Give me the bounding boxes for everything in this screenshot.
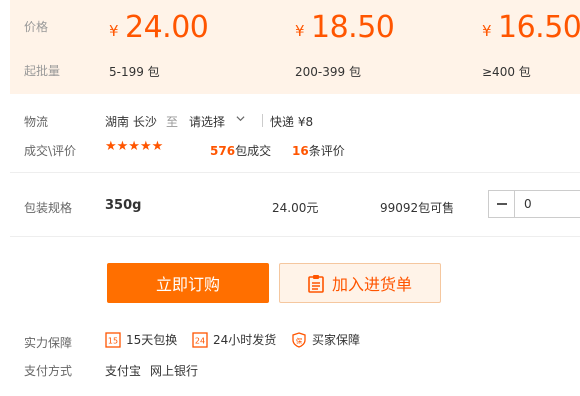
guarantee-text: 15天包换 (126, 333, 178, 347)
15-days-return-icon: 15 (105, 331, 121, 348)
chevron-down-icon[interactable] (236, 114, 245, 123)
review-suffix: 条评价 (308, 144, 345, 158)
spec-name: 350g (105, 198, 142, 213)
tier-price: 24.00 (125, 10, 209, 45)
add-to-cart-button[interactable]: 加入进货单 (279, 263, 441, 303)
payment-method-online-bank: 网上银行 (150, 364, 199, 378)
deals-reviews-label: 成交\评价 (24, 144, 77, 158)
review-count: 16 (292, 144, 309, 158)
price-band: 价格 起批量 ¥ 24.00 5-199 包 ¥ 18.50 200-399 包… (10, 0, 580, 94)
section-divider (10, 236, 580, 237)
tier-price: 18.50 (311, 10, 395, 45)
sold-count-link[interactable]: 576包成交 (210, 142, 271, 159)
buyer-protection-icon: 保 (291, 331, 307, 348)
destination-select[interactable]: 请选择 (189, 113, 225, 130)
review-count-link[interactable]: 16条评价 (292, 142, 345, 159)
add-to-cart-label: 加入进货单 (331, 275, 412, 294)
payment-label: 支付方式 (24, 364, 73, 378)
svg-text:保: 保 (296, 336, 303, 345)
currency-symbol: ¥ (482, 22, 492, 40)
currency-symbol: ¥ (109, 22, 119, 40)
quantity-stepper (488, 190, 580, 218)
payment-method-alipay: 支付宝 (105, 364, 142, 378)
spec-stock: 99092包可售 (380, 201, 455, 215)
spec-price: 24.00元 (272, 201, 319, 215)
divider (262, 114, 263, 127)
sold-suffix: 包成交 (235, 144, 272, 158)
guarantee-item[interactable]: 保 买家保障 (291, 331, 360, 348)
origin-city: 湖南 长沙 (105, 115, 157, 129)
buy-now-button[interactable]: 立即订购 (107, 263, 269, 303)
guarantee-item[interactable]: 24 24小时发货 (192, 331, 276, 348)
guarantee-text: 24小时发货 (213, 333, 277, 347)
rating-stars: ★★★★★ (105, 139, 164, 154)
tier-range: ≥400 包 (482, 65, 531, 79)
guarantees-label: 实力保障 (24, 336, 73, 350)
currency-symbol: ¥ (295, 22, 305, 40)
guarantee-item[interactable]: 15 15天包换 (105, 331, 177, 348)
shipping-fee: 快递 ¥8 (270, 115, 314, 129)
quantity-input[interactable] (516, 191, 580, 217)
guarantee-text: 买家保障 (312, 333, 361, 347)
clipboard-icon (308, 274, 324, 293)
tier-range: 200-399 包 (295, 65, 361, 79)
logistics-label: 物流 (24, 115, 49, 129)
tier-range: 5-199 包 (109, 65, 160, 79)
svg-text:15: 15 (108, 336, 118, 345)
svg-text:24: 24 (195, 336, 205, 345)
minus-button[interactable] (489, 191, 515, 217)
batch-quantity-label: 起批量 (24, 64, 61, 78)
to-word: 至 (166, 115, 179, 129)
tier-price: 16.50 (498, 10, 580, 45)
section-divider (10, 172, 580, 173)
spec-label: 包装规格 (24, 201, 73, 215)
24h-shipping-icon: 24 (192, 331, 208, 348)
price-label: 价格 (24, 20, 49, 34)
sold-count: 576 (210, 144, 236, 158)
